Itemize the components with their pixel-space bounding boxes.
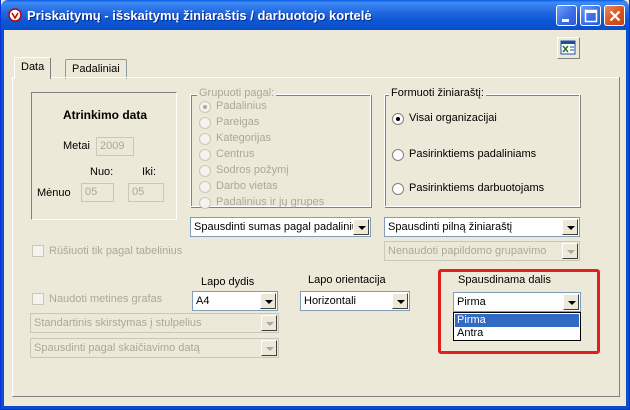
menuo-label: Mėnuo <box>37 187 71 199</box>
formuoti-option-label: Visai organizacijai <box>409 112 497 124</box>
spausdinti-pilna-value: Spausdinti pilną žiniaraštį <box>388 221 513 233</box>
standartinis-value: Standartinis skirstymas į stulpelius <box>34 317 202 329</box>
menuo-nuo-input[interactable]: 05 <box>81 183 114 202</box>
grupuoti-legend: Grupuoti pagal: <box>197 87 277 99</box>
tab-padaliniai-label: Padaliniai <box>72 63 120 75</box>
grupuoti-radio[interactable] <box>199 133 211 145</box>
chevron-down-icon[interactable] <box>353 219 369 235</box>
close-icon <box>609 10 621 22</box>
chevron-down-icon[interactable] <box>562 243 578 259</box>
dropdown-option-antra[interactable]: Antra <box>455 327 579 340</box>
app-icon <box>8 8 22 22</box>
radio-dot <box>396 117 400 121</box>
title-bar[interactable]: Priskaitymų - išskaitymų žiniaraštis / d… <box>1 0 629 30</box>
spausdinti-pilna-select[interactable]: Spausdinti pilną žiniaraštį <box>384 217 580 237</box>
grupuoti-radio[interactable] <box>199 165 211 177</box>
grupuoti-radio[interactable] <box>199 117 211 129</box>
chevron-down-icon[interactable] <box>392 293 408 309</box>
iki-label: Iki: <box>142 166 157 178</box>
rusiuoti-checkbox[interactable] <box>32 245 44 257</box>
dropdown-option-pirma[interactable]: Pirma <box>455 314 579 327</box>
minimize-button[interactable] <box>556 5 577 26</box>
tab-data[interactable]: Data <box>14 57 52 79</box>
spausdinama-dalis-value: Pirma <box>457 296 486 308</box>
naudoti-label: Naudoti metines grafas <box>49 293 163 305</box>
chevron-down-icon[interactable] <box>260 293 276 309</box>
standartinis-select[interactable]: Standartinis skirstymas į stulpelius <box>30 313 279 333</box>
rusiuoti-label: Rūšiuoti tik pagal tabelinius <box>49 245 183 257</box>
grupuoti-option-label: Padalinius <box>216 100 267 112</box>
grupuoti-option-label: Pareigas <box>216 116 260 128</box>
spausdinama-dalis-dropdown: Pirma Antra <box>453 312 581 341</box>
naudoti-checkbox[interactable] <box>32 293 44 305</box>
grupuoti-option-label: Darbo vietas <box>216 180 278 192</box>
formuoti-radio[interactable] <box>392 149 404 161</box>
formuoti-option-label: Pasirinktiems darbuotojams <box>409 182 545 194</box>
spausdinti-data-value: Spausdinti pagal skaičiavimo datą <box>34 342 200 354</box>
grupuoti-radio[interactable] <box>199 149 211 161</box>
maximize-icon <box>584 9 598 23</box>
tab-data-label: Data <box>21 61 45 73</box>
metai-label: Metai <box>63 140 90 152</box>
spausdinti-sumas-value: Spausdinti sumas pagal padaliniu: <box>194 221 361 233</box>
spausdinti-data-select[interactable]: Spausdinti pagal skaičiavimo datą <box>30 338 279 358</box>
lapo-orientacija-value: Horizontali <box>304 295 356 307</box>
formuoti-radio[interactable] <box>392 113 404 125</box>
chevron-down-icon[interactable] <box>261 340 277 356</box>
chevron-down-icon[interactable] <box>562 219 578 235</box>
tab-padaliniai[interactable]: Padaliniai <box>65 59 127 79</box>
minimize-icon <box>562 19 569 22</box>
formuoti-radio[interactable] <box>392 183 404 195</box>
metai-input[interactable]: 2009 <box>96 137 134 156</box>
close-button[interactable] <box>604 5 625 26</box>
excel-export-icon <box>560 40 576 55</box>
grupuoti-option-label: Centrus <box>216 148 255 160</box>
lapo-orientacija-select[interactable]: Horizontali <box>300 291 410 311</box>
grupuoti-radio[interactable] <box>199 197 211 209</box>
formuoti-legend: Formuoti žiniaraštį: <box>389 87 486 99</box>
grupuoti-radio[interactable] <box>199 181 211 193</box>
chevron-down-icon[interactable] <box>563 294 579 310</box>
grupuoti-option-label: Padalinius ir jų grupes <box>216 196 325 208</box>
lapo-dydis-value: A4 <box>196 295 210 307</box>
maximize-button[interactable] <box>580 5 601 26</box>
nenaudoti-value: Nenaudoti papildomo grupavimo <box>388 245 547 257</box>
radio-dot <box>203 105 207 109</box>
main-window: Priskaitymų - išskaitymų žiniaraštis / d… <box>0 0 630 410</box>
window-frame-left <box>1 30 4 409</box>
lapo-dydis-select[interactable]: A4 <box>192 291 278 311</box>
window-title: Priskaitymų - išskaitymų žiniaraštis / d… <box>27 8 372 23</box>
formuoti-option-label: Pasirinktiems padaliniams <box>409 148 537 160</box>
atrinkimo-data-title: Atrinkimo data <box>63 108 148 122</box>
nuo-label: Nuo: <box>90 166 114 178</box>
menuo-iki-input[interactable]: 05 <box>128 183 164 202</box>
grupuoti-option-label: Kategorijas <box>216 132 272 144</box>
window-frame-right <box>626 30 629 409</box>
window-frame-bottom <box>1 406 629 409</box>
chevron-down-icon[interactable] <box>261 315 277 331</box>
grupuoti-radio[interactable] <box>199 101 211 113</box>
lapo-orientacija-label: Lapo orientacija <box>308 274 386 286</box>
spausdinama-dalis-label: Spausdinama dalis <box>458 274 551 286</box>
grupuoti-option-label: Sodros požymį <box>216 164 289 176</box>
export-excel-button[interactable] <box>557 37 580 59</box>
spausdinama-dalis-select[interactable]: Pirma <box>453 292 581 312</box>
spausdinti-sumas-select[interactable]: Spausdinti sumas pagal padaliniu: <box>190 217 371 237</box>
nenaudoti-select[interactable]: Nenaudoti papildomo grupavimo <box>384 241 580 261</box>
lapo-dydis-label: Lapo dydis <box>201 276 255 288</box>
